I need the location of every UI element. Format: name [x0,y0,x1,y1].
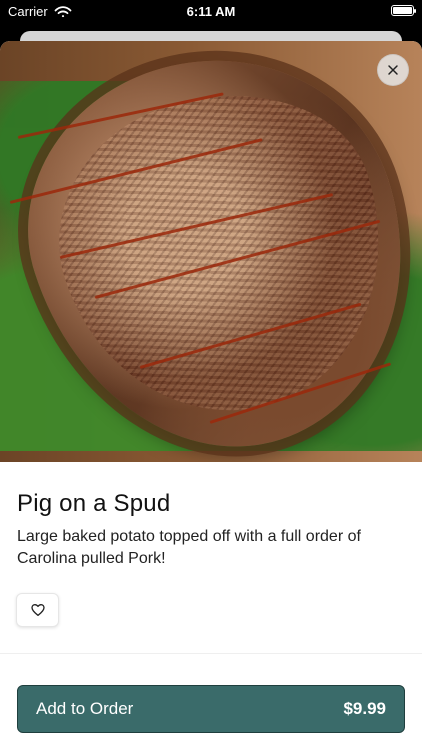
close-button[interactable] [377,54,409,86]
status-bar: Carrier 6:11 AM [0,0,422,24]
heart-outline-icon [30,604,45,616]
favorite-button[interactable] [16,593,59,627]
status-time: 6:11 AM [186,4,236,19]
add-to-order-label: Add to Order [36,699,134,718]
add-to-order-button[interactable]: Add to Order $9.99 [17,685,405,733]
item-description: Large baked potato topped off with a ful… [17,528,361,567]
status-right [391,5,416,16]
item-title: Pig on a Spud [17,490,171,517]
close-icon [388,65,398,75]
item-price: $9.99 [343,699,386,718]
battery-fill [393,7,412,14]
item-hero-image [0,41,422,462]
item-detail-sheet: Pig on a Spud Large baked potato topped … [0,41,422,750]
divider [0,653,422,654]
item-details: Pig on a Spud Large baked potato topped … [0,462,422,750]
order-footer: Add to Order $9.99 [0,668,422,750]
battery-icon [391,5,416,16]
